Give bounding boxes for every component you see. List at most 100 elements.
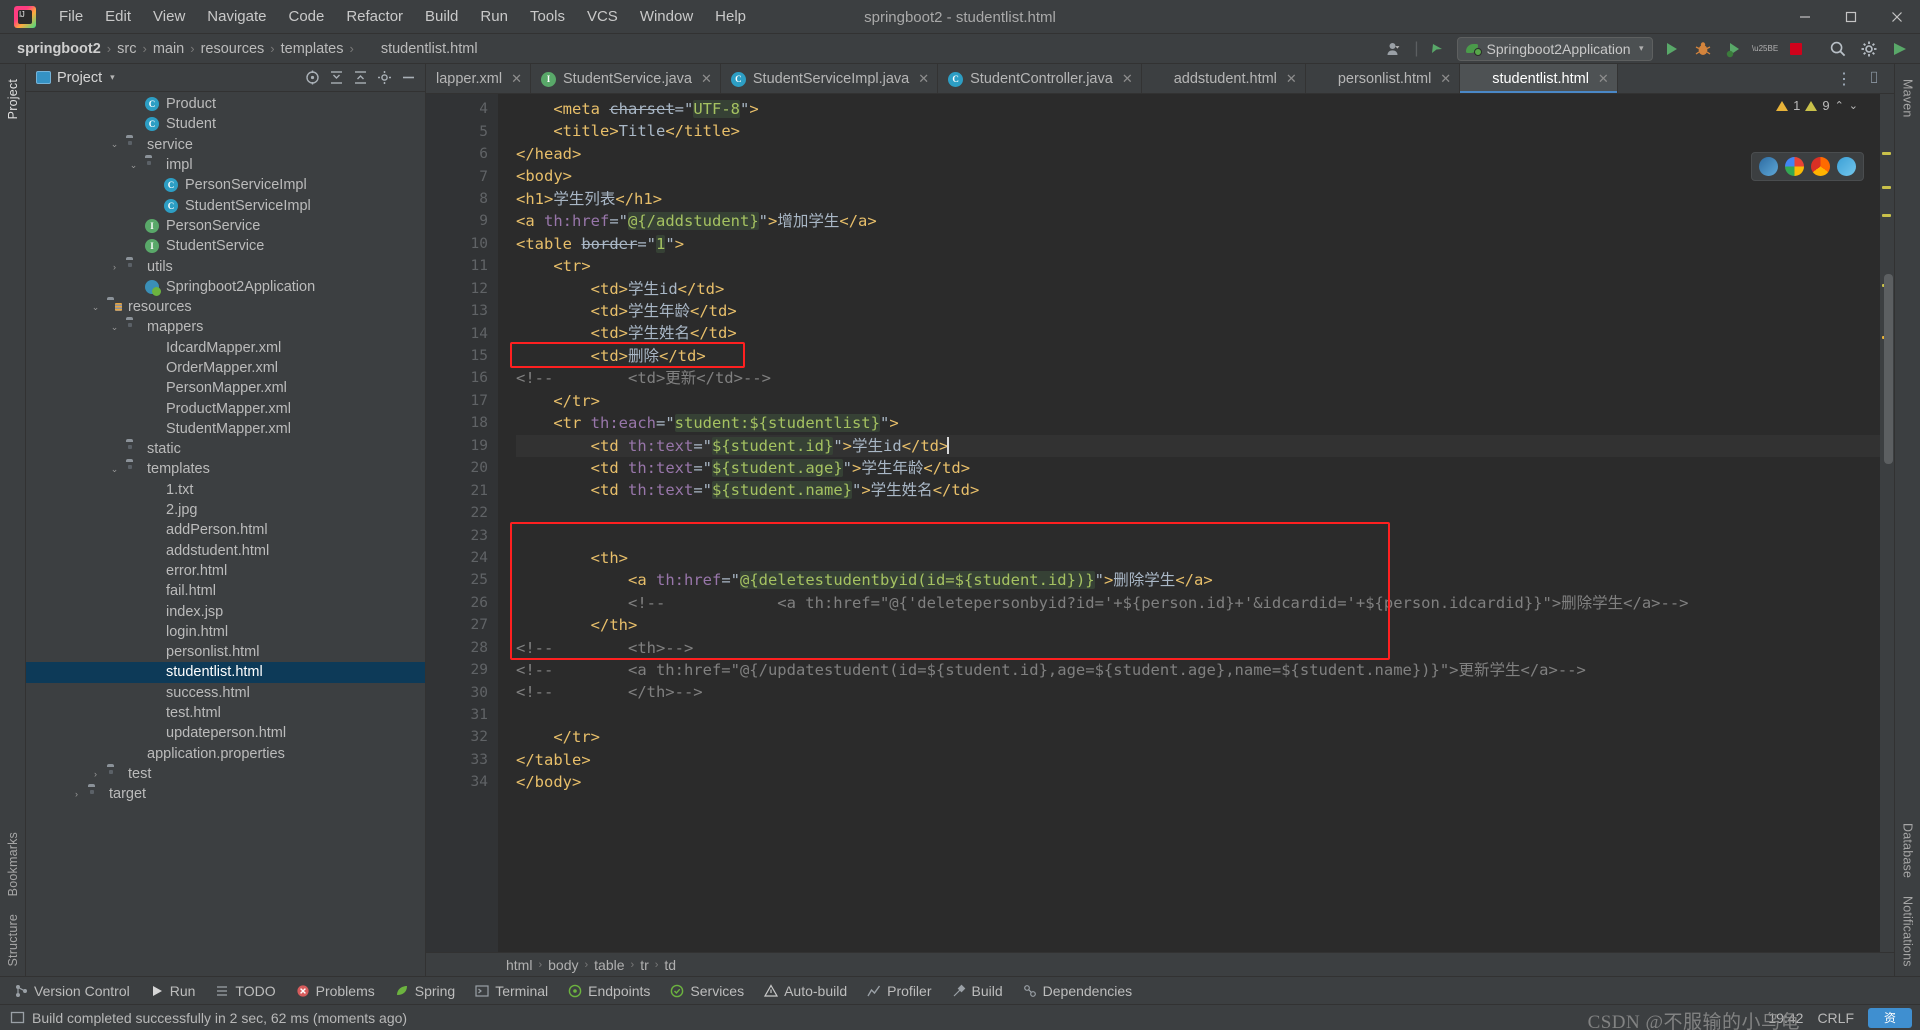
- profile-button[interactable]: \u25BE: [1752, 37, 1778, 61]
- tree-item-impl[interactable]: ⌄ impl: [26, 155, 425, 175]
- tree-item-student[interactable]: C Student: [26, 114, 425, 134]
- tool-window-maven[interactable]: Maven: [1897, 70, 1919, 127]
- tree-item-login-html[interactable]: Hlogin.html: [26, 622, 425, 642]
- code-line-25[interactable]: <a th:href="@{deletestudentbyid(id=${stu…: [516, 569, 1880, 591]
- code-breadcrumb-html[interactable]: html: [506, 957, 532, 973]
- code-line-9[interactable]: <a th:href="@{/addstudent}">增加学生</a>: [516, 210, 1880, 232]
- tree-item-personservice[interactable]: I PersonService: [26, 216, 425, 236]
- tree-item-personmapper-xml[interactable]: <> PersonMapper.xml: [26, 378, 425, 398]
- code-breadcrumb[interactable]: html › body › table › tr › td: [426, 952, 1894, 976]
- project-tree[interactable]: C Product C Student ⌄ service ⌄ impl C PersonServ…: [26, 92, 425, 976]
- close-button[interactable]: [1874, 0, 1920, 34]
- tree-item-error-html[interactable]: Herror.html: [26, 561, 425, 581]
- code-line-11[interactable]: <tr>: [516, 255, 1880, 277]
- collapse-all-icon[interactable]: [349, 67, 371, 89]
- tree-item-product[interactable]: C Product: [26, 94, 425, 114]
- update-arrow-icon[interactable]: [1426, 37, 1450, 61]
- tree-item-studentservice[interactable]: I StudentService: [26, 236, 425, 256]
- tool-window-button-build[interactable]: Build: [942, 980, 1013, 1002]
- project-settings-gear-icon[interactable]: [373, 67, 395, 89]
- tool-window-button-auto-build[interactable]: Auto-build: [754, 980, 857, 1002]
- tree-item-springboot2application[interactable]: Springboot2Application: [26, 277, 425, 297]
- tree-item-service[interactable]: ⌄ service: [26, 135, 425, 155]
- code-line-10[interactable]: <table border="1">: [516, 233, 1880, 255]
- line-number-gutter[interactable]: 4 5 6⊖7⊖ 8 9 10⊖11⊖ 12 13 14 15 16 17⊕18⊖ 19 20 21 22 23…: [426, 94, 505, 952]
- menu-navigate[interactable]: Navigate: [196, 4, 277, 29]
- breadcrumb-templates[interactable]: templates: [278, 39, 347, 59]
- code-breadcrumb-td[interactable]: td: [664, 957, 676, 973]
- editor-tab-personlist-html[interactable]: Hpersonlist.html ✕: [1306, 64, 1461, 93]
- tool-window-notifications[interactable]: Notifications: [1897, 887, 1919, 976]
- breadcrumb-file[interactable]: H studentlist.html: [357, 39, 481, 59]
- select-opened-file-icon[interactable]: [301, 67, 323, 89]
- edge-icon[interactable]: [1837, 157, 1856, 176]
- tree-expand-arrow[interactable]: ⌄: [89, 302, 102, 313]
- tool-window-button-todo[interactable]: TODO: [205, 980, 285, 1002]
- tree-expand-arrow[interactable]: ›: [70, 789, 83, 799]
- debug-button[interactable]: [1691, 37, 1715, 61]
- code-line-4[interactable]: <meta charset="UTF-8">: [516, 98, 1880, 120]
- code-line-26[interactable]: <!-- <a th:href="@{'deletepersonbyid?id=…: [516, 592, 1880, 614]
- code-line-21[interactable]: <td th:text="${student.name}">学生姓名</td>: [516, 479, 1880, 501]
- run-configuration-selector[interactable]: Springboot2Application ▾: [1456, 36, 1653, 61]
- breadcrumb-src[interactable]: src: [114, 39, 139, 59]
- tool-window-button-run[interactable]: Run: [140, 980, 206, 1002]
- tree-item-2-jpg[interactable]: 2.jpg: [26, 500, 425, 520]
- breadcrumb-resources[interactable]: resources: [198, 39, 268, 59]
- tree-item-templates[interactable]: ⌄ templates: [26, 459, 425, 479]
- editor-tab-studentserviceimpl-java[interactable]: C StudentServiceImpl.java ✕: [721, 64, 939, 93]
- chevron-up-icon[interactable]: ⌃: [1835, 99, 1844, 112]
- firefox-icon[interactable]: [1811, 157, 1830, 176]
- tool-window-button-terminal[interactable]: Terminal: [465, 980, 558, 1002]
- editor-tab-addstudent-html[interactable]: Haddstudent.html ✕: [1142, 64, 1306, 93]
- editor-tab-studentlist-html[interactable]: Hstudentlist.html ✕: [1460, 64, 1618, 93]
- tree-expand-arrow[interactable]: ⌄: [108, 322, 121, 333]
- tool-window-button-endpoints[interactable]: Endpoints: [558, 980, 660, 1002]
- code-line-28[interactable]: <!-- <th>-->: [516, 637, 1880, 659]
- code-line-23[interactable]: [516, 524, 1880, 546]
- hide-panel-icon[interactable]: [397, 67, 419, 89]
- code-line-34[interactable]: </body>: [516, 771, 1880, 793]
- close-tab-icon[interactable]: ✕: [1122, 71, 1133, 87]
- editor-scrollbar[interactable]: [1880, 94, 1894, 952]
- code-line-15[interactable]: <td>删除</td>: [516, 345, 1880, 367]
- split-editor-icon[interactable]: ⌷: [1862, 67, 1886, 91]
- tree-item-updateperson-html[interactable]: Hupdateperson.html: [26, 723, 425, 743]
- editor-tab-lapper-xml[interactable]: lapper.xml ✕: [426, 64, 531, 93]
- tree-item-productmapper-xml[interactable]: <> ProductMapper.xml: [26, 398, 425, 418]
- tree-item-personserviceimpl[interactable]: C PersonServiceImpl: [26, 175, 425, 195]
- tool-window-button-dependencies[interactable]: Dependencies: [1013, 980, 1143, 1002]
- tree-item-studentmapper-xml[interactable]: <> StudentMapper.xml: [26, 419, 425, 439]
- tree-item-utils[interactable]: › utils: [26, 256, 425, 276]
- code-breadcrumb-table[interactable]: table: [594, 957, 624, 973]
- close-tab-icon[interactable]: ✕: [918, 71, 929, 87]
- ide-assistant-icon[interactable]: [1888, 37, 1912, 61]
- code-line-31[interactable]: [516, 704, 1880, 726]
- tree-expand-arrow[interactable]: ›: [89, 769, 102, 779]
- code-line-18[interactable]: <tr th:each="student:${studentlist}">: [516, 412, 1880, 434]
- menu-edit[interactable]: Edit: [94, 4, 142, 29]
- menu-window[interactable]: Window: [629, 4, 704, 29]
- minimize-button[interactable]: [1782, 0, 1828, 34]
- breadcrumb-springboot2[interactable]: springboot2: [14, 39, 104, 59]
- tree-expand-arrow[interactable]: ⌄: [127, 160, 140, 171]
- code-line-30[interactable]: <!-- </th>-->: [516, 681, 1880, 703]
- run-with-coverage-button[interactable]: [1722, 37, 1746, 61]
- code-line-12[interactable]: <td>学生id</td>: [516, 278, 1880, 300]
- tool-window-button-version-control[interactable]: Version Control: [4, 980, 140, 1002]
- code-content[interactable]: 1 9 ⌃ ⌄ <meta charset="UTF-8"> <title>Ti…: [498, 94, 1880, 952]
- code-line-17[interactable]: </tr>: [516, 390, 1880, 412]
- code-line-16[interactable]: <!-- <td>更新</td>-->: [516, 367, 1880, 389]
- account-icon[interactable]: [1383, 37, 1407, 61]
- code-line-5[interactable]: <title>Title</title>: [516, 120, 1880, 142]
- code-editor[interactable]: 456⊖7⊖8910⊖11⊖121314151617⊕18⊖1920212223…: [426, 94, 1894, 952]
- close-tab-icon[interactable]: ✕: [1440, 71, 1451, 87]
- search-everywhere-icon[interactable]: [1826, 37, 1850, 61]
- code-line-14[interactable]: <td>学生姓名</td>: [516, 322, 1880, 344]
- status-line-separator[interactable]: CRLF: [1817, 1010, 1854, 1026]
- tree-item-addperson-html[interactable]: HaddPerson.html: [26, 520, 425, 540]
- menu-build[interactable]: Build: [414, 4, 469, 29]
- tree-item-fail-html[interactable]: Hfail.html: [26, 581, 425, 601]
- settings-gear-icon[interactable]: [1857, 37, 1881, 61]
- close-tab-icon[interactable]: ✕: [701, 71, 712, 87]
